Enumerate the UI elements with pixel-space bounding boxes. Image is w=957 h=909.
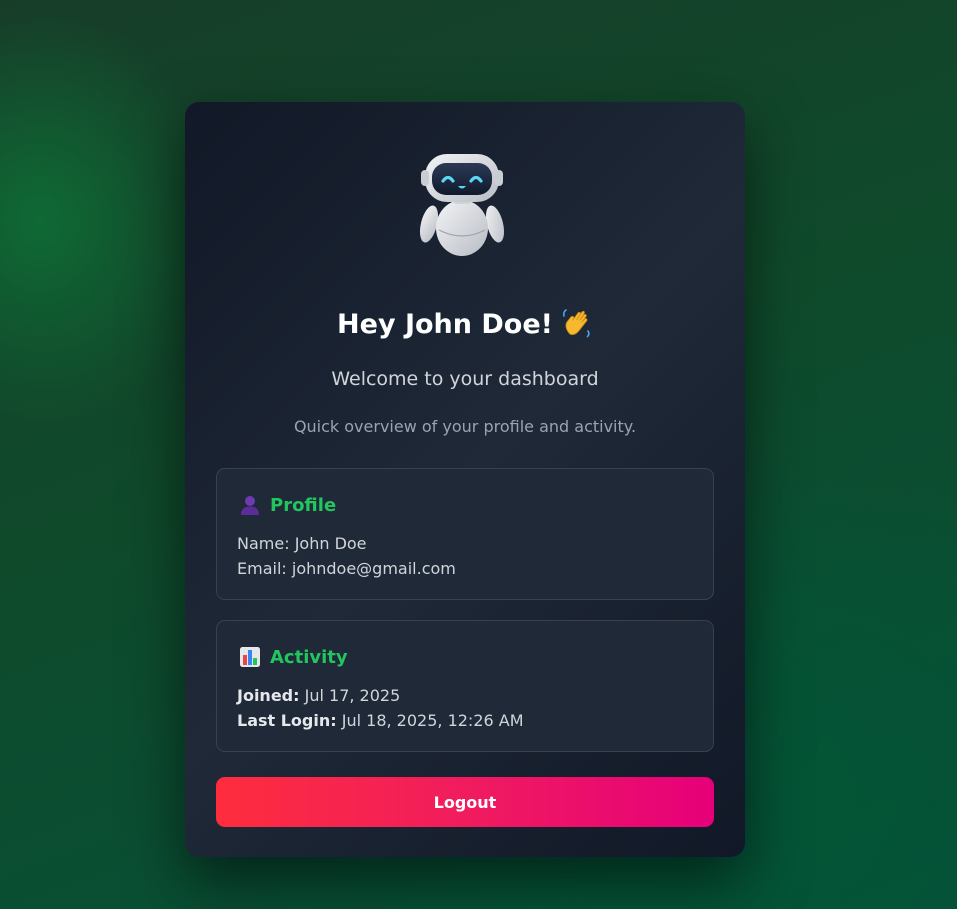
name-value: John Doe	[294, 534, 367, 553]
profile-email-row: Email: johndoe@gmail.com	[237, 556, 456, 581]
activity-panel: Activity Joined: Jul 17, 2025 Last Login…	[216, 620, 714, 752]
dashboard-card: Hey John Doe! Welcome to your dashboard …	[185, 102, 745, 857]
joined-value: Jul 17, 2025	[304, 686, 401, 705]
joined-label: Joined:	[237, 686, 300, 705]
last-login-value: Jul 18, 2025, 12:26 AM	[341, 711, 524, 730]
last-login-label: Last Login:	[237, 711, 337, 730]
logout-button[interactable]: Logout	[216, 777, 714, 827]
activity-panel-title: Activity	[239, 643, 348, 671]
robot-icon	[419, 154, 505, 256]
welcome-subtitle: Welcome to your dashboard	[331, 368, 599, 390]
profile-details: Name: John Doe Email: johndoe@gmail.com	[237, 531, 456, 581]
email-label: Email:	[237, 559, 287, 578]
greeting-heading: Hey John Doe!	[185, 305, 745, 345]
greeting-text: Hey John Doe!	[337, 309, 553, 340]
joined-row: Joined: Jul 17, 2025	[237, 683, 524, 708]
activity-title: Activity	[270, 646, 348, 668]
overview-text: Quick overview of your profile and activ…	[293, 417, 637, 436]
activity-details: Joined: Jul 17, 2025 Last Login: Jul 18,…	[237, 683, 524, 733]
profile-panel: Profile Name: John Doe Email: johndoe@gm…	[216, 468, 714, 600]
profile-name-row: Name: John Doe	[237, 531, 456, 556]
email-value: johndoe@gmail.com	[291, 559, 456, 578]
bar-chart-icon	[240, 647, 260, 667]
profile-title: Profile	[270, 494, 337, 516]
bust-silhouette-icon	[241, 496, 259, 515]
name-label: Name:	[237, 534, 290, 553]
last-login-row: Last Login: Jul 18, 2025, 12:26 AM	[237, 708, 524, 733]
profile-panel-title: Profile	[239, 491, 336, 519]
waving-hand-icon	[562, 309, 590, 338]
